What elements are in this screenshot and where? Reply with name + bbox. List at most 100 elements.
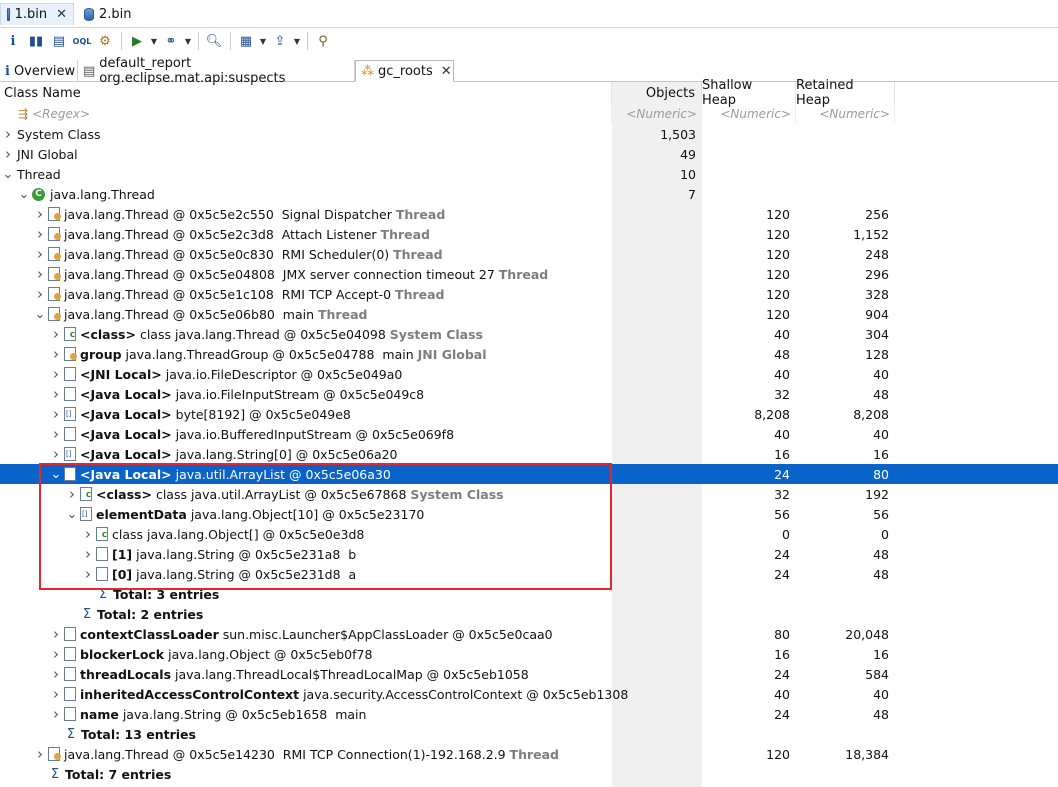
chevron-down-icon[interactable]: ▼ [258,30,268,52]
dominator-tree-icon[interactable]: ▤ [48,30,70,52]
tree-row[interactable]: › JNI Global 49 [0,144,1058,164]
expand-icon[interactable]: › [50,445,62,463]
tree-row[interactable]: Σ Total: 3 entries [0,584,1058,604]
tree-row[interactable]: › <Java Local> java.lang.String[0] @ 0x5c… [0,444,1058,464]
column-header-class-name[interactable]: Class Name [0,82,612,104]
tree-row[interactable]: ⌄ java.lang.Thread @ 0x5c5e06b80 main Thr… [0,304,1058,324]
chevron-down-icon[interactable]: ▼ [183,30,193,52]
tree-row[interactable]: › [0] java.lang.String @ 0x5c5e231d8 a 24 4… [0,564,1058,584]
close-icon[interactable]: ✕ [56,7,67,22]
expand-icon[interactable]: › [50,385,62,403]
column-header-retained-heap[interactable]: Retained Heap [796,78,895,108]
group-by-icon[interactable]: ⚭ [160,30,182,52]
tree-row[interactable]: › name java.lang.String @ 0x5c5eb1658 mai… [0,704,1058,724]
shallow-heap-filter-input[interactable]: <Numeric> [702,104,796,124]
expand-icon[interactable]: › [2,145,14,163]
pin-icon[interactable]: ⚲ [312,30,334,52]
retained-heap-cell: 48 [873,706,889,722]
tab-overview[interactable]: i Overview [0,60,78,82]
tree-row[interactable]: › java.lang.Thread @ 0x5c5e14230 RMI TCP … [0,744,1058,764]
tree-row[interactable]: › java.lang.Thread @ 0x5c5e2c3d8 Attach L… [0,224,1058,244]
expand-icon[interactable]: › [50,705,62,723]
expand-icon[interactable]: › [50,665,62,683]
expand-icon[interactable]: › [34,745,46,763]
expand-icon[interactable]: › [50,625,62,643]
calculate-retained-size-icon[interactable]: ▦ [235,30,257,52]
expand-icon[interactable]: › [34,205,46,223]
export-icon[interactable]: ⇪ [269,30,291,52]
collapse-icon[interactable]: ⌄ [34,307,46,322]
chevron-down-icon[interactable]: ▼ [292,30,302,52]
tree-row[interactable]: › group java.lang.ThreadGroup @ 0x5c5e047… [0,344,1058,364]
oql-icon[interactable]: OQL [71,30,93,52]
tab-gc-roots[interactable]: ⁂ gc_roots ✕ [355,60,454,82]
expand-icon[interactable]: › [50,645,62,663]
tree-row[interactable]: › System Class 1,503 [0,124,1058,144]
tree-row[interactable]: Σ Total: 7 entries [0,764,1058,784]
expand-icon[interactable]: › [50,405,62,423]
tree-row[interactable]: › java.lang.Thread @ 0x5c5e2c550 Signal D… [0,204,1058,224]
expand-icon[interactable]: › [66,485,78,503]
expand-icon[interactable]: › [50,425,62,443]
class-name-cell: ⌄ java.lang.Thread @ 0x5c5e06b80 main Thr… [34,304,368,324]
expand-icon[interactable]: › [34,225,46,243]
tree-row[interactable]: ⌄ Thread 10 [0,164,1058,184]
close-icon[interactable]: ✕ [441,64,452,79]
tree-row[interactable]: › class java.lang.Object[] @ 0x5c5e0e3d8 0… [0,524,1058,544]
column-header-shallow-heap[interactable]: Shallow Heap [702,78,796,108]
retained-heap-cell: 18,384 [845,746,889,762]
shallow-heap-cell [702,724,796,744]
expand-icon[interactable]: › [82,525,94,543]
tree-row[interactable]: › <Java Local> byte[8192] @ 0x5c5e049e8 8,… [0,404,1058,424]
tree-row[interactable]: › threadLocals java.lang.ThreadLocal$Thre… [0,664,1058,684]
expand-icon[interactable]: › [50,345,62,363]
expand-icon[interactable]: › [34,245,46,263]
class-name-cell: › <class> class java.lang.Thread @ 0x5c5e… [50,324,483,344]
collapse-icon[interactable]: ⌄ [50,467,62,482]
tree-row[interactable]: ⌄ Cjava.lang.Thread 7 [0,184,1058,204]
tree-row[interactable]: › inheritedAccessControlContext java.secu… [0,684,1058,704]
expand-icon[interactable]: › [34,265,46,283]
heap-dump-overview-icon[interactable]: ⚙ [94,30,116,52]
tree-row[interactable]: › blockerLock java.lang.Object @ 0x5c5eb0… [0,644,1058,664]
objects-filter-input[interactable]: <Numeric> [612,104,702,124]
tree-row[interactable]: › <Java Local> java.io.FileInputStream @ … [0,384,1058,404]
editor-tab-2bin[interactable]: 2.bin [78,3,138,25]
tree-row[interactable]: › java.lang.Thread @ 0x5c5e04808 JMX serv… [0,264,1058,284]
chevron-down-icon[interactable]: ▼ [149,30,159,52]
editor-tab-1bin[interactable]: 1.bin ✕ [0,3,74,25]
name-filter-input[interactable]: ⇶ <Regex> [0,104,612,124]
expand-icon[interactable]: › [50,685,62,703]
search-icon[interactable]: 🔍︎ [203,30,225,52]
tree-row[interactable]: Σ Total: 13 entries [0,724,1058,744]
tree-row[interactable]: › contextClassLoader sun.misc.Launcher$Ap… [0,624,1058,644]
expand-icon[interactable]: › [50,325,62,343]
expand-icon[interactable]: › [50,365,62,383]
histogram-icon[interactable]: ▮▮ [25,30,47,52]
expand-icon[interactable]: › [82,565,94,583]
tree-row[interactable]: ⌄ elementData java.lang.Object[10] @ 0x5c… [0,504,1058,524]
retained-heap-filter-input[interactable]: <Numeric> [796,104,895,124]
expand-icon[interactable]: › [82,545,94,563]
collapse-icon[interactable]: ⌄ [66,507,78,522]
tree-row[interactable]: ⌄ <Java Local> java.util.ArrayList @ 0x5c… [0,464,1058,484]
tree-row[interactable]: › <class> class java.util.ArrayList @ 0x5… [0,484,1058,504]
info-icon[interactable]: i [2,30,24,52]
collapse-icon[interactable]: ⌄ [18,187,30,202]
row-text: Total: 2 entries [97,606,204,622]
tree-row[interactable]: › java.lang.Thread @ 0x5c5e1c108 RMI TCP … [0,284,1058,304]
tree-row[interactable]: › <JNI Local> java.io.FileDescriptor @ 0x… [0,364,1058,384]
objects-cell [612,224,702,244]
tree-row[interactable]: › java.lang.Thread @ 0x5c5e0c830 RMI Sche… [0,244,1058,264]
expand-icon[interactable]: › [2,125,14,143]
collapse-icon[interactable]: ⌄ [2,167,14,182]
query-browser-icon[interactable]: ▶ [126,30,148,52]
expand-icon[interactable]: › [34,285,46,303]
tab-default-report[interactable]: ▤ default_report org.eclipse.mat.api:sus… [78,56,355,86]
tree-row[interactable]: › [1] java.lang.String @ 0x5c5e231a8 b 24 4… [0,544,1058,564]
tree-row[interactable]: › <class> class java.lang.Thread @ 0x5c5e… [0,324,1058,344]
tree-row[interactable]: › <Java Local> java.io.BufferedInputStrea… [0,424,1058,444]
tree-row[interactable]: Σ Total: 2 entries [0,604,1058,624]
class-name-cell: › <JNI Local> java.io.FileDescriptor @ 0x… [50,364,402,384]
column-header-objects[interactable]: Objects [612,82,702,104]
